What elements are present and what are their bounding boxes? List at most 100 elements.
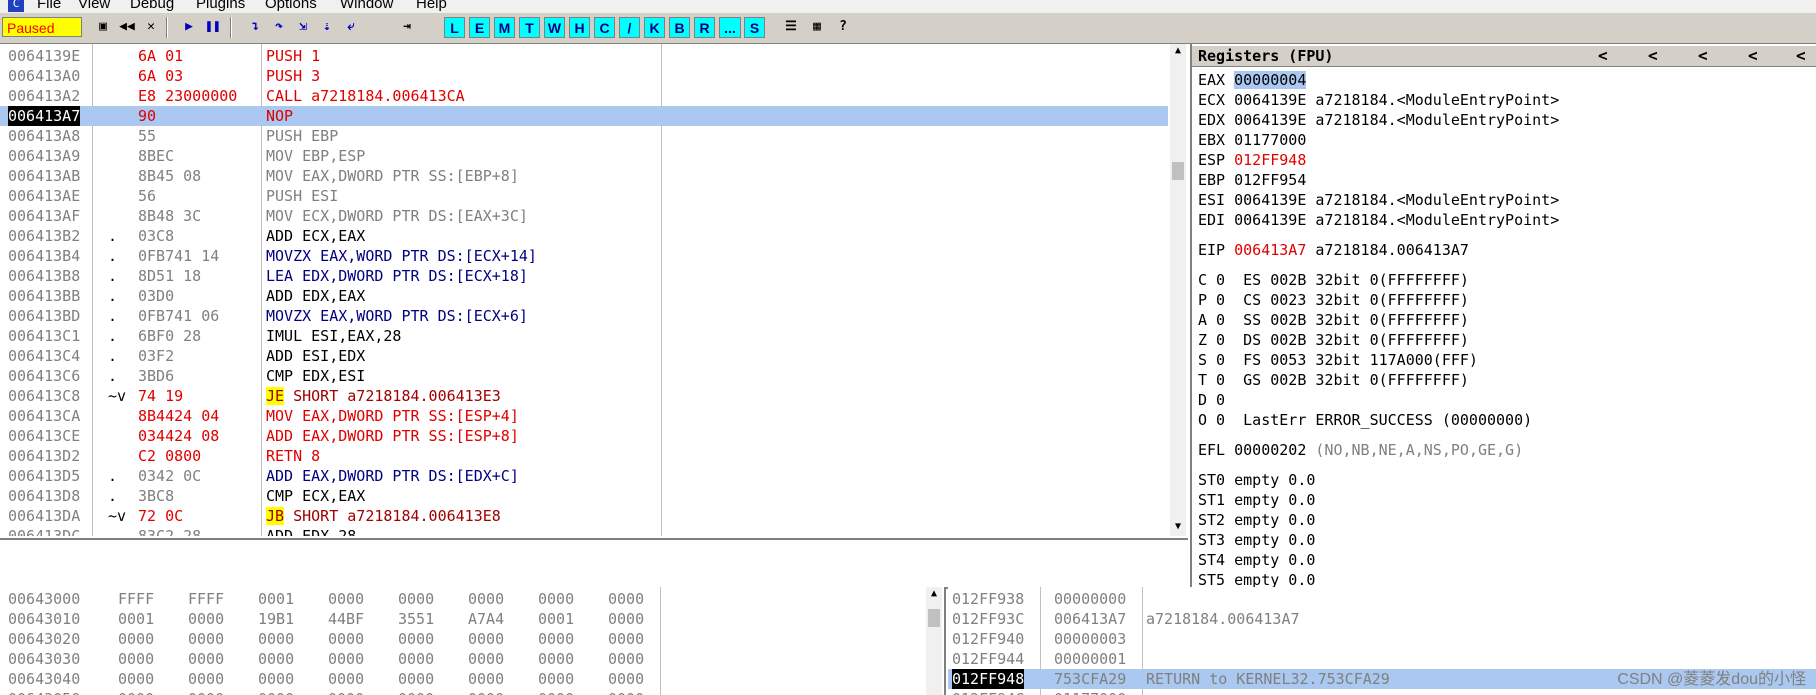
restart-icon[interactable]: ◀◀ [116, 17, 138, 38]
dump-word[interactable]: 0000 [538, 649, 574, 669]
register-line[interactable]: EDX 0064139E a7218184.<ModuleEntryPoint> [1198, 110, 1559, 130]
dump-scrollbar[interactable]: ▲ [926, 587, 942, 695]
dump-word[interactable]: 0000 [118, 649, 154, 669]
disassembly-row[interactable]: 006413B4. 0FB741 14 MOVZX EAX,WORD PTR DS:… [0, 246, 1168, 266]
window-button-slash[interactable]: / [619, 17, 640, 38]
scroll-up-icon[interactable]: ▲ [926, 587, 942, 601]
dump-word[interactable]: 0000 [328, 669, 364, 689]
pause-icon[interactable]: ❚❚ [202, 17, 224, 38]
dump-word[interactable]: 0000 [468, 589, 504, 609]
disassembly-row[interactable]: 006413DA ~v 72 0C JB SHORT a7218184.006413E… [0, 506, 1168, 526]
dump-word[interactable]: 0000 [468, 689, 504, 695]
dump-word[interactable]: 0001 [258, 589, 294, 609]
dump-word[interactable]: FFFF [118, 589, 154, 609]
register-efl[interactable]: EFL 00000202 (NO,NB,NE,A,NS,PO,GE,G) [1198, 440, 1523, 460]
disassembly-row[interactable]: 0064139E 6A 01 PUSH 1 [0, 46, 1168, 66]
window-button-t[interactable]: T [519, 17, 540, 38]
grid-icon[interactable]: ▦ [806, 17, 828, 38]
dump-word[interactable]: FFFF [188, 589, 224, 609]
dump-row[interactable]: 00643010 0001 0000 19B1 44BF 3551 A7A4 0001 0000 [0, 609, 920, 629]
dump-word[interactable]: 0000 [608, 669, 644, 689]
disassembly-row[interactable]: 006413D8. 3BC8 CMP ECX,EAX [0, 486, 1168, 506]
registers-pane[interactable]: Registers (FPU) < < < < < EAX 00000004 EC… [1190, 44, 1816, 587]
register-value[interactable]: 012FF954 [1234, 171, 1306, 189]
dump-word[interactable]: 0000 [468, 649, 504, 669]
window-button-l[interactable]: L [444, 17, 465, 38]
menu-plugins[interactable]: Plugins [196, 0, 245, 12]
flag-line[interactable]: T 0 GS 002B 32bit 0(FFFFFFFF) [1198, 370, 1469, 390]
step-into-icon[interactable]: ↴ [244, 17, 266, 38]
window-button-w[interactable]: W [544, 17, 565, 38]
dump-word[interactable]: 0000 [398, 669, 434, 689]
disassembly-row[interactable]: 006413AF 8B48 3C MOV ECX,DWORD PTR DS:[EAX… [0, 206, 1168, 226]
chevron-left-icon[interactable]: < [1648, 46, 1658, 66]
register-line[interactable]: EBX 01177000 [1198, 130, 1306, 150]
disassembly-row[interactable]: 006413A7 90 NOP [0, 106, 1168, 126]
dump-word[interactable]: 0000 [328, 629, 364, 649]
dump-word[interactable]: 0000 [328, 689, 364, 695]
fpu-register-line[interactable]: ST5 empty 0.0 [1198, 570, 1315, 587]
register-eip[interactable]: EIP 006413A7 a7218184.006413A7 [1198, 240, 1469, 260]
disassembly-row[interactable]: 006413A0 6A 03 PUSH 3 [0, 66, 1168, 86]
window-button-e[interactable]: E [469, 17, 490, 38]
dump-word[interactable]: 0000 [538, 629, 574, 649]
scroll-thumb[interactable] [928, 609, 940, 627]
run-icon[interactable]: ▶ [178, 17, 200, 38]
disassembly-row[interactable]: 006413BB. 03D0 ADD EDX,EAX [0, 286, 1168, 306]
register-value[interactable]: 012FF948 [1234, 151, 1306, 169]
dump-word[interactable]: 0000 [468, 669, 504, 689]
dump-word[interactable]: 44BF [328, 609, 364, 629]
dump-word[interactable]: 0000 [328, 589, 364, 609]
register-value[interactable]: 0064139E [1234, 111, 1306, 129]
close-icon[interactable]: ✕ [140, 17, 162, 38]
fpu-register-line[interactable]: ST0 empty 0.0 [1198, 470, 1315, 490]
stack-value[interactable]: 00000001 [1054, 649, 1126, 669]
list-icon[interactable]: ☰ [780, 17, 802, 38]
cpu-scrollbar[interactable]: ▲ ▼ [1170, 44, 1186, 536]
menu-view[interactable]: View [78, 0, 110, 12]
register-value[interactable]: 0064139E [1234, 211, 1306, 229]
trace-into-icon[interactable]: ⇲ [292, 17, 314, 38]
dump-word[interactable]: 0000 [608, 609, 644, 629]
stack-row[interactable]: 012FF93C 006413A7 a7218184.006413A7 [948, 609, 1816, 629]
register-value[interactable]: 0064139E [1234, 191, 1306, 209]
dump-word[interactable]: A7A4 [468, 609, 504, 629]
chevron-left-icon[interactable]: < [1598, 46, 1608, 66]
dump-word[interactable]: 0000 [188, 689, 224, 695]
dump-word[interactable]: 19B1 [258, 609, 294, 629]
help-icon[interactable]: ? [832, 17, 854, 38]
register-line[interactable]: EDI 0064139E a7218184.<ModuleEntryPoint> [1198, 210, 1559, 230]
menu-options[interactable]: Options [265, 0, 317, 12]
window-button-c[interactable]: C [594, 17, 615, 38]
disassembly-row[interactable]: 006413C6. 3BD6 CMP EDX,ESI [0, 366, 1168, 386]
disassembly-row[interactable]: 006413CE 034424 08 ADD EAX,DWORD PTR SS:[E… [0, 426, 1168, 446]
register-value[interactable]: 00000202 [1234, 441, 1306, 459]
register-value[interactable]: 01177000 [1234, 131, 1306, 149]
dump-row[interactable]: 00643050 0000 0000 0000 0000 0000 0000 0000 0000 [0, 689, 920, 695]
window-button-b[interactable]: B [669, 17, 690, 38]
disassembly-row[interactable]: 006413BD. 0FB741 06 MOVZX EAX,WORD PTR DS:… [0, 306, 1168, 326]
flag-line[interactable]: P 0 CS 0023 32bit 0(FFFFFFFF) [1198, 290, 1469, 310]
dump-row[interactable]: 00643030 0000 0000 0000 0000 0000 0000 0000 0000 [0, 649, 920, 669]
disassembly-row[interactable]: 006413A2 E8 23000000 CALL a7218184.006413C… [0, 86, 1168, 106]
dump-row[interactable]: 00643000 FFFF FFFF 0001 0000 0000 0000 0000 0000 [0, 589, 920, 609]
stack-value[interactable]: 01177000 [1054, 689, 1126, 695]
disassembly-row[interactable]: 006413D5. 0342 0C ADD EAX,DWORD PTR DS:[ED… [0, 466, 1168, 486]
window-button-r[interactable]: R [694, 17, 715, 38]
dump-word[interactable]: 0000 [258, 689, 294, 695]
window-button-k[interactable]: K [644, 17, 665, 38]
disassembly-row[interactable]: 006413B2. 03C8 ADD ECX,EAX [0, 226, 1168, 246]
cpu-disassembly-pane[interactable]: 0064139E 6A 01 PUSH 1 006413A0 6A 03 PUSH 3 00… [0, 44, 1188, 536]
stack-row[interactable]: 012FF938 00000000 [948, 589, 1816, 609]
scroll-up-icon[interactable]: ▲ [1170, 44, 1186, 58]
disassembly-row[interactable]: 006413C8 ~v 74 19 JE SHORT a7218184.006413E… [0, 386, 1168, 406]
dump-word[interactable]: 0000 [258, 649, 294, 669]
disassembly-row[interactable]: 006413A8 55 PUSH EBP [0, 126, 1168, 146]
scroll-down-icon[interactable]: ▼ [1170, 520, 1186, 534]
disassembly-row[interactable]: 006413C1. 6BF0 28 IMUL ESI,EAX,28 [0, 326, 1168, 346]
dump-word[interactable]: 0000 [538, 689, 574, 695]
stack-row[interactable]: 012FF940 00000003 [948, 629, 1816, 649]
disassembly-row[interactable]: 006413D2 C2 0800 RETN 8 [0, 446, 1168, 466]
register-line[interactable]: ESI 0064139E a7218184.<ModuleEntryPoint> [1198, 190, 1559, 210]
chevron-left-icon[interactable]: < [1796, 46, 1806, 66]
